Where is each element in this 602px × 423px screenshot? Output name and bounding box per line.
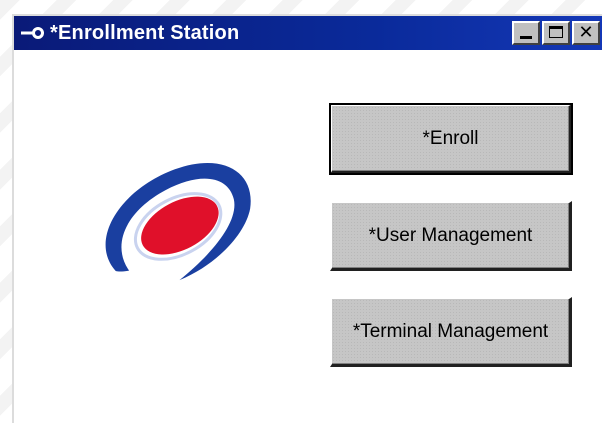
- desktop-background: *Enrollment Station ✕ *Enroll *User Mana…: [0, 0, 602, 423]
- user-management-button[interactable]: *User Management: [330, 201, 572, 271]
- window-title: *Enrollment Station: [50, 21, 240, 44]
- enroll-button-label: *Enroll: [422, 127, 479, 149]
- enrollment-station-window: *Enrollment Station ✕ *Enroll *User Mana…: [12, 14, 602, 423]
- eye-logo: [76, 146, 276, 321]
- maximize-button[interactable]: [542, 21, 570, 45]
- minimize-icon: [520, 36, 532, 39]
- terminal-management-button-label: *Terminal Management: [352, 320, 549, 342]
- window-controls: ✕: [512, 21, 600, 45]
- close-button[interactable]: ✕: [572, 21, 600, 45]
- title-bar[interactable]: *Enrollment Station ✕: [14, 16, 602, 50]
- user-management-button-label: *User Management: [368, 224, 533, 246]
- close-icon: ✕: [578, 22, 594, 43]
- key-icon: [16, 16, 50, 50]
- enroll-button[interactable]: *Enroll: [329, 103, 573, 175]
- terminal-management-button[interactable]: *Terminal Management: [330, 297, 572, 367]
- maximize-icon: [549, 26, 563, 38]
- minimize-button[interactable]: [512, 21, 540, 45]
